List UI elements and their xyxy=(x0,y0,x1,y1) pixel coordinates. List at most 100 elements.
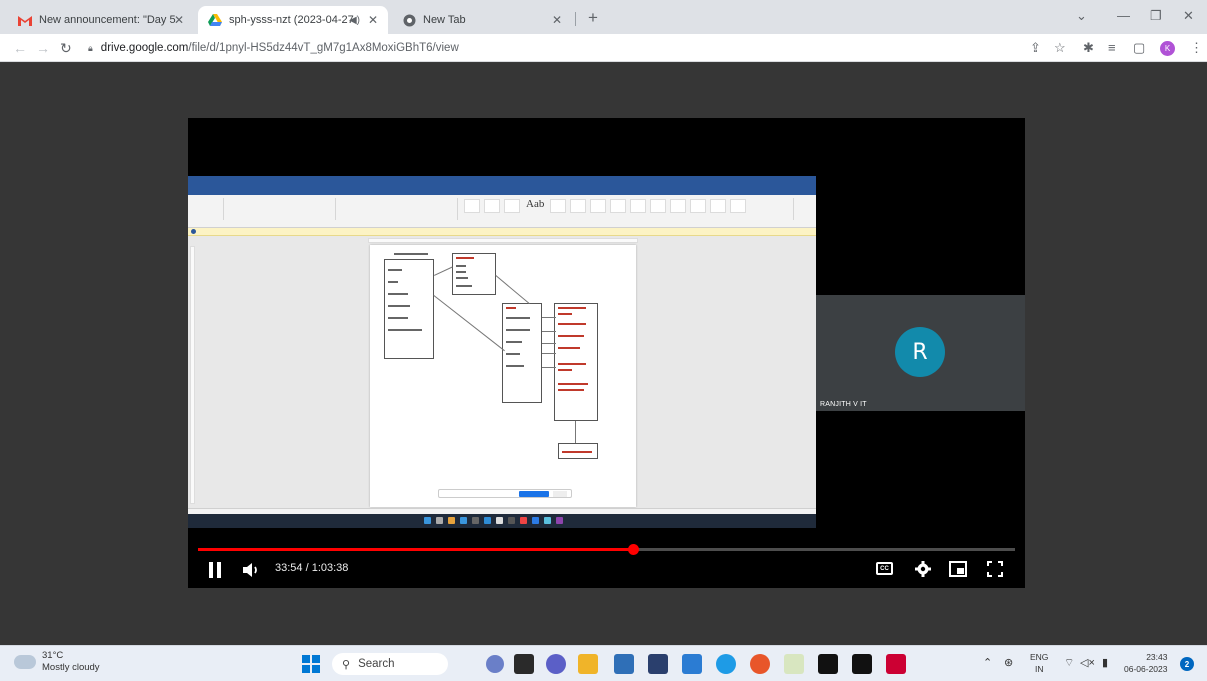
styles-preview: Aab xyxy=(526,198,545,210)
clock-time: 23:43 xyxy=(1146,652,1168,662)
fullscreen-button[interactable] xyxy=(987,561,1003,582)
video-progress-bar[interactable] xyxy=(198,544,1015,555)
video-player[interactable]: Aab R RANJITH V IT 33:54 / 1:03:38 CC xyxy=(188,118,1025,588)
copilot-icon[interactable] xyxy=(486,655,504,673)
close-tab-icon[interactable]: ✕ xyxy=(368,13,378,27)
tab-new-tab[interactable]: New Tab ✕ xyxy=(392,6,572,34)
diagram-entity-box xyxy=(554,303,598,421)
gear-icon xyxy=(915,561,931,577)
file-explorer-icon[interactable] xyxy=(578,654,598,674)
settings-button[interactable] xyxy=(915,561,931,582)
progress-played xyxy=(198,548,634,551)
lang-region: IN xyxy=(1034,664,1044,674)
app-icon[interactable] xyxy=(852,654,872,674)
show-hidden-icons[interactable]: ⌃ xyxy=(983,656,992,669)
audio-playing-icon[interactable]: ◀) xyxy=(349,15,360,26)
dropbox-icon[interactable] xyxy=(648,654,668,674)
pause-button[interactable] xyxy=(209,562,221,583)
side-panel-icon[interactable]: ▢ xyxy=(1133,40,1145,56)
diagram-entity-box xyxy=(384,259,434,359)
shared-screen: Aab xyxy=(188,176,816,528)
volume-icon xyxy=(243,563,257,577)
tab-gmail[interactable]: New announcement: "Day 5 lin ✕ xyxy=(8,6,194,34)
app-icon[interactable] xyxy=(886,654,906,674)
tab-drive[interactable]: sph-ysss-nzt (2023-04-27 11 ◀) ✕ xyxy=(198,6,388,34)
clock[interactable]: 23:43 06-06-2023 xyxy=(1124,651,1167,675)
wifi-icon[interactable]: ⌔ xyxy=(1064,656,1074,670)
firefox-icon[interactable] xyxy=(750,654,770,674)
clock-date: 06-06-2023 xyxy=(1124,664,1168,674)
cloud-icon xyxy=(14,655,36,669)
browser-tab-bar: New announcement: "Day 5 lin ✕ sph-ysss-… xyxy=(0,0,1207,34)
tab-title: sph-ysss-nzt (2023-04-27 11 xyxy=(229,14,357,26)
hide-button xyxy=(553,491,567,497)
participant-tile: R RANJITH V IT xyxy=(816,295,1025,411)
pause-icon xyxy=(209,562,221,578)
browser-toolbar: ← → ↻ 🔒︎ drive.google.com /file/d/1pnyl-… xyxy=(0,34,1207,62)
miniplayer-icon xyxy=(949,561,967,577)
tab-search-icon[interactable]: ⌄ xyxy=(1076,8,1087,24)
word-title-bar xyxy=(188,176,816,185)
reload-button[interactable]: ↻ xyxy=(60,40,72,57)
stop-sharing-button xyxy=(519,491,549,497)
battery-icon[interactable]: ▮ xyxy=(1102,656,1108,669)
weather-desc: Mostly cloudy xyxy=(42,662,100,673)
word-document-page xyxy=(370,245,636,507)
forward-button[interactable]: → xyxy=(36,40,50,56)
scrubber-handle[interactable] xyxy=(628,544,640,555)
word-icon[interactable] xyxy=(682,654,702,674)
lock-icon[interactable]: 🔒︎ xyxy=(88,43,93,54)
lang-code: ENG xyxy=(1030,652,1049,662)
search-icon: ⚲ xyxy=(342,658,351,671)
tab-separator xyxy=(575,12,576,26)
volume-icon[interactable]: ◁× xyxy=(1080,656,1095,669)
app-icon[interactable] xyxy=(818,654,838,674)
search-label: Search xyxy=(358,658,395,670)
share-icon[interactable]: ⇪ xyxy=(1030,40,1041,56)
minimize-button[interactable]: — xyxy=(1117,8,1130,23)
taskbar-search[interactable]: ⚲ Search xyxy=(332,653,448,675)
fullscreen-icon xyxy=(987,561,1003,577)
weather-widget[interactable]: 31°C Mostly cloudy xyxy=(14,650,100,674)
close-tab-icon[interactable]: ✕ xyxy=(552,13,562,27)
profile-avatar[interactable]: K xyxy=(1160,41,1175,56)
url-path: /file/d/1pnyl-HS5dz44vT_gM7g1Ax8MoxiGBhT… xyxy=(188,42,459,54)
more-menu-icon[interactable]: ⋮ xyxy=(1190,40,1203,56)
drive-video-viewer: Aab R RANJITH V IT 33:54 / 1:03:38 CC xyxy=(0,63,1207,645)
close-window-button[interactable]: ✕ xyxy=(1183,8,1194,24)
task-view-icon[interactable] xyxy=(514,654,534,674)
app-icon[interactable] xyxy=(614,654,634,674)
captions-button[interactable]: CC xyxy=(876,562,893,575)
app-icon[interactable] xyxy=(784,654,804,674)
network-app-icon[interactable]: ⊛ xyxy=(1004,656,1013,669)
volume-button[interactable] xyxy=(243,562,261,583)
back-button[interactable]: ← xyxy=(13,40,27,56)
close-tab-icon[interactable]: ✕ xyxy=(174,13,184,27)
windows-taskbar: 31°C Mostly cloudy ⚲ Search ⌃ ⊛ ENG IN ⌔… xyxy=(0,645,1207,681)
participant-name: RANJITH V IT xyxy=(820,401,867,408)
language-indicator[interactable]: ENG IN xyxy=(1030,651,1048,675)
restore-button[interactable]: ❐ xyxy=(1150,8,1162,24)
start-button[interactable] xyxy=(302,655,320,673)
notification-badge[interactable]: 2 xyxy=(1180,657,1194,671)
new-tab-button[interactable]: + xyxy=(588,9,598,26)
weather-temp: 31°C xyxy=(42,650,64,661)
word-ribbon: Aab xyxy=(188,195,816,228)
tab-title: New announcement: "Day 5 lin xyxy=(39,14,179,26)
diagram-entity-box xyxy=(452,253,496,295)
edge-icon[interactable] xyxy=(716,654,736,674)
teams-chat-icon[interactable] xyxy=(546,654,566,674)
extensions-icon[interactable]: ✱ xyxy=(1083,40,1094,56)
reading-list-icon[interactable]: ≡ xyxy=(1108,40,1116,55)
word-menu-bar xyxy=(188,185,816,195)
word-protected-view-bar xyxy=(188,228,816,236)
screen-share-banner xyxy=(438,489,572,498)
word-ruler xyxy=(368,238,638,243)
gmail-icon xyxy=(18,13,32,27)
address-bar[interactable]: 🔒︎ drive.google.com /file/d/1pnyl-HS5dz4… xyxy=(88,38,1018,58)
recorded-windows-taskbar xyxy=(188,514,816,528)
miniplayer-button[interactable] xyxy=(949,561,967,582)
bookmark-star-icon[interactable]: ☆ xyxy=(1054,40,1066,56)
participant-avatar: R xyxy=(895,327,945,377)
tab-title: New Tab xyxy=(423,14,466,26)
